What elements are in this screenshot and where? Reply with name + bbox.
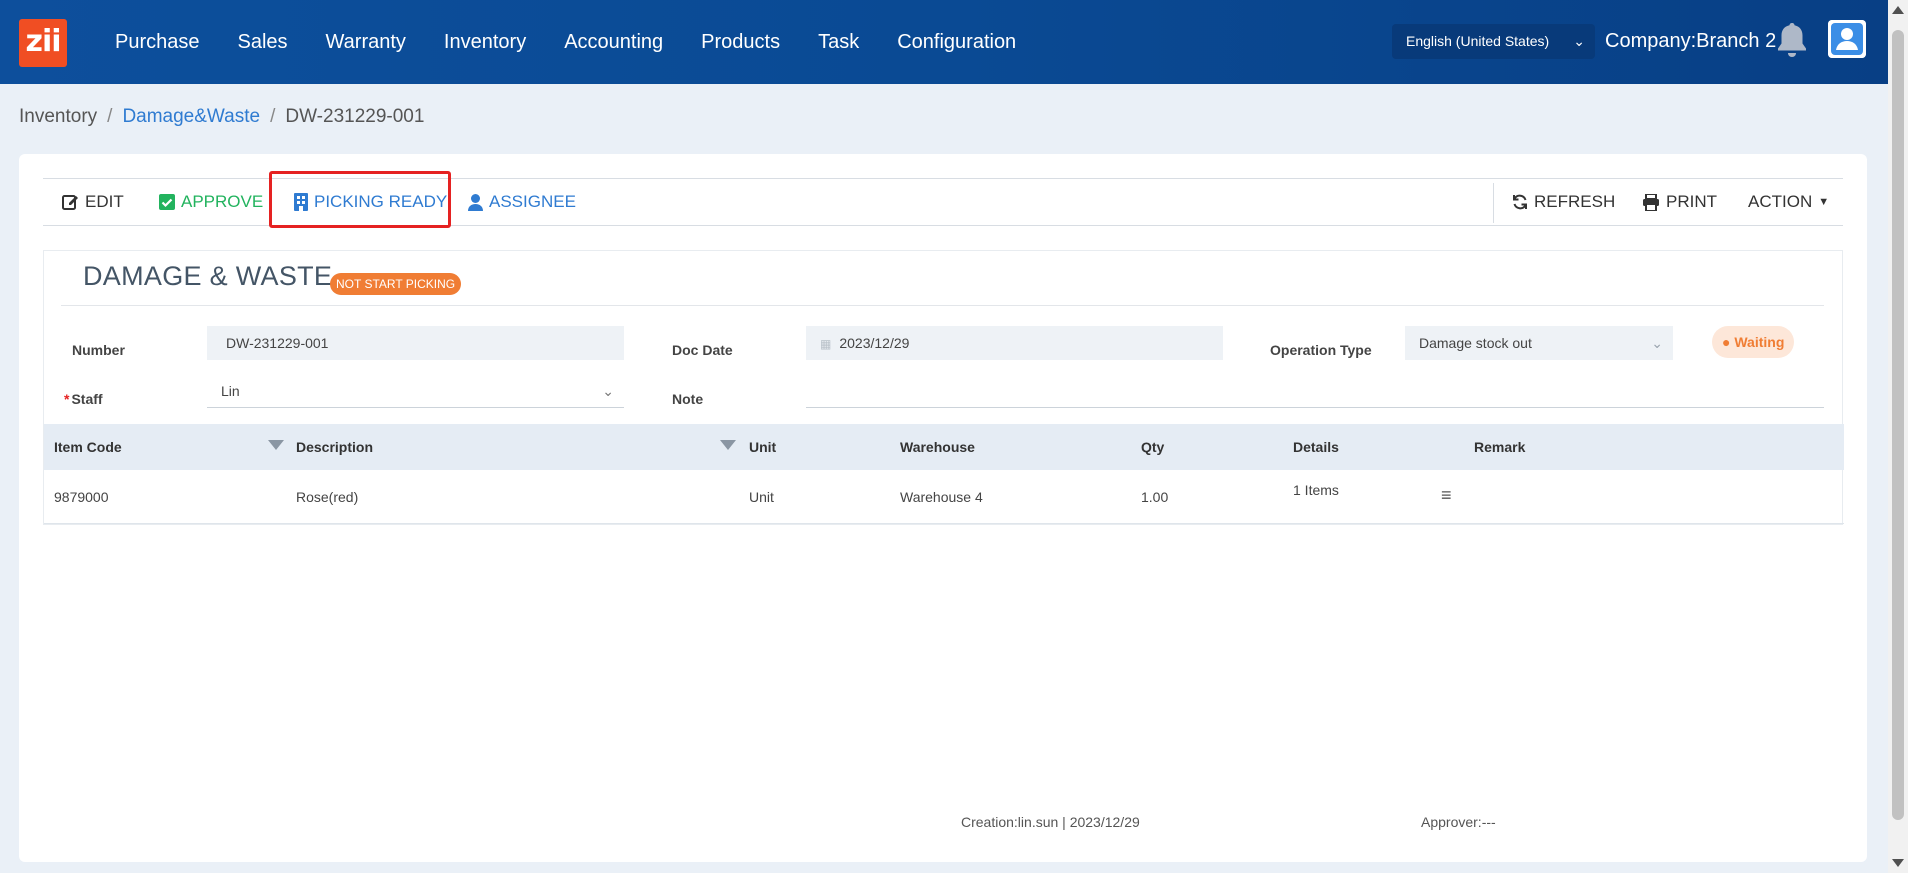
breadcrumb-damage-waste[interactable]: Damage&Waste <box>122 106 260 128</box>
company-label[interactable]: Company:Branch 2 <box>1605 30 1776 53</box>
approve-button-label: APPROVE <box>181 192 264 211</box>
staff-label-text: Staff <box>71 391 103 407</box>
edit-button-label: EDIT <box>85 192 124 211</box>
number-field[interactable]: DW-231229-001 <box>207 326 624 360</box>
chevron-down-icon: ⌄ <box>1651 335 1663 351</box>
approver-info: Approver:--- <box>1421 814 1496 830</box>
top-navigation-bar: zii Purchase Sales Warranty Inventory Ac… <box>0 0 1888 84</box>
user-avatar-icon[interactable] <box>1828 20 1866 58</box>
menu-lines-icon[interactable]: ≡ <box>1441 470 1452 520</box>
calendar-icon: ▦ <box>820 337 832 351</box>
main-nav: Purchase Sales Warranty Inventory Accoun… <box>96 0 1035 84</box>
column-qty[interactable]: Qty <box>1141 424 1164 470</box>
column-warehouse[interactable]: Warehouse <box>900 424 975 470</box>
scrollbar-thumb[interactable] <box>1892 30 1904 820</box>
nav-item-task[interactable]: Task <box>799 31 878 54</box>
table-row[interactable]: 9879000 Rose(red) Unit Warehouse 4 1.00 … <box>44 470 1844 524</box>
document-card: EDIT APPROVE PICKING READY ASSIGNEE REFR… <box>19 154 1867 862</box>
doc-date-field[interactable]: ▦ 2023/12/29 <box>806 326 1223 360</box>
required-asterisk: * <box>64 391 70 407</box>
picking-ready-button[interactable]: PICKING READY <box>294 179 447 225</box>
column-details[interactable]: Details <box>1293 424 1339 470</box>
assignee-button-label: ASSIGNEE <box>489 192 576 211</box>
column-item-code[interactable]: Item Code <box>54 424 122 470</box>
cell-details[interactable]: 1 Items <box>1293 470 1339 510</box>
cell-warehouse: Warehouse 4 <box>900 489 983 505</box>
user-icon <box>468 193 483 211</box>
column-remark[interactable]: Remark <box>1474 424 1525 470</box>
filter-icon[interactable] <box>720 440 736 450</box>
note-label: Note <box>672 391 704 407</box>
staff-select[interactable]: Lin ⌄ <box>207 374 624 408</box>
picking-status-badge: NOT START PICKING <box>330 273 462 295</box>
nav-item-purchase[interactable]: Purchase <box>96 31 219 54</box>
status-badge: ● Waiting <box>1712 326 1795 358</box>
app-logo[interactable]: zii <box>19 19 67 67</box>
breadcrumb-separator: / <box>107 106 113 127</box>
table-header: Item Code Description Unit Warehouse Qty… <box>44 424 1844 470</box>
language-select[interactable]: English (United States) ⌄ <box>1392 24 1595 59</box>
action-toolbar: EDIT APPROVE PICKING READY ASSIGNEE REFR… <box>43 178 1843 226</box>
creation-info: Creation:lin.sun | 2023/12/29 <box>961 814 1140 830</box>
doc-date-label: Doc Date <box>672 342 733 358</box>
breadcrumb: Inventory / Damage&Waste / DW-231229-001 <box>19 106 424 128</box>
nav-item-configuration[interactable]: Configuration <box>878 31 1035 54</box>
refresh-icon <box>1513 194 1527 210</box>
bell-icon[interactable] <box>1774 20 1810 60</box>
doc-date-value: 2023/12/29 <box>839 335 910 351</box>
language-select-value: English (United States) <box>1406 33 1550 49</box>
note-field[interactable] <box>806 374 1824 408</box>
status-dot-icon: ● <box>1722 334 1731 350</box>
print-button-label: PRINT <box>1666 192 1717 211</box>
column-description[interactable]: Description <box>296 424 373 470</box>
edit-icon <box>62 195 78 210</box>
scroll-down-arrow-icon[interactable] <box>1892 859 1904 867</box>
nav-item-products[interactable]: Products <box>682 31 799 54</box>
printer-icon <box>1643 193 1659 211</box>
refresh-button-label: REFRESH <box>1534 192 1616 211</box>
page-scrollbar[interactable] <box>1888 0 1908 873</box>
breadcrumb-current: DW-231229-001 <box>285 106 425 127</box>
assignee-button[interactable]: ASSIGNEE <box>468 179 576 225</box>
print-button[interactable]: PRINT <box>1642 179 1717 225</box>
staff-value: Lin <box>221 383 240 399</box>
page-title: DAMAGE & WASTE <box>83 261 333 291</box>
toolbar-divider <box>1493 183 1494 223</box>
filter-icon[interactable] <box>268 440 284 450</box>
scroll-up-arrow-icon[interactable] <box>1892 6 1904 14</box>
nav-item-accounting[interactable]: Accounting <box>545 31 682 54</box>
nav-item-inventory[interactable]: Inventory <box>425 31 545 54</box>
nav-item-sales[interactable]: Sales <box>219 31 307 54</box>
edit-button[interactable]: EDIT <box>61 179 124 225</box>
action-dropdown-button[interactable]: ACTION ▼ <box>1748 179 1829 225</box>
caret-down-icon: ▼ <box>1818 196 1830 208</box>
column-unit[interactable]: Unit <box>749 424 776 470</box>
staff-label: * Staff <box>64 391 103 407</box>
approve-button[interactable]: APPROVE <box>159 179 263 225</box>
cell-qty: 1.00 <box>1141 489 1169 505</box>
breadcrumb-inventory[interactable]: Inventory <box>19 106 97 128</box>
cell-unit: Unit <box>749 489 774 505</box>
operation-type-select[interactable]: Damage stock out ⌄ <box>1405 326 1673 360</box>
document-panel: DAMAGE & WASTE NOT START PICKING Number … <box>43 250 1844 525</box>
operation-type-value: Damage stock out <box>1419 335 1532 351</box>
status-label: Waiting <box>1734 334 1785 350</box>
refresh-button[interactable]: REFRESH <box>1512 179 1615 225</box>
chevron-down-icon: ⌄ <box>1573 33 1585 49</box>
number-label: Number <box>72 342 125 358</box>
chevron-down-icon: ⌄ <box>602 383 614 399</box>
cell-description: Rose(red) <box>296 489 359 505</box>
operation-type-label: Operation Type <box>1270 342 1372 358</box>
nav-item-warranty[interactable]: Warranty <box>307 31 425 54</box>
check-square-icon <box>159 194 175 210</box>
breadcrumb-separator: / <box>270 106 276 127</box>
cell-item-code: 9879000 <box>54 489 109 505</box>
title-divider <box>61 305 1824 306</box>
building-icon <box>294 193 308 211</box>
picking-ready-button-label: PICKING READY <box>314 192 448 211</box>
action-button-label: ACTION <box>1748 192 1813 211</box>
